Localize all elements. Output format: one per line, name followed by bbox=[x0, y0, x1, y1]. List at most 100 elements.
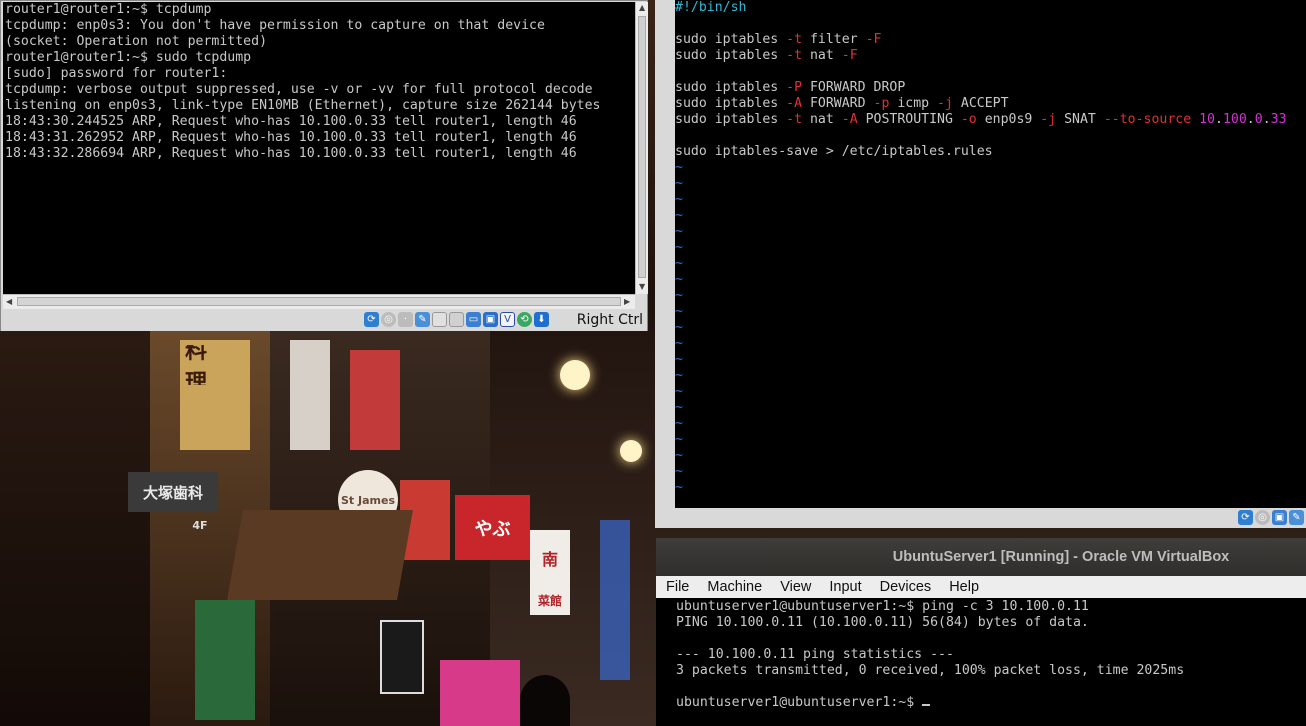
vim-empty-line-tilde: ~ bbox=[675, 464, 683, 479]
terminal-line: [sudo] password for router1: bbox=[5, 66, 228, 81]
ubuntuserver1-terminal-screen[interactable]: ubuntuserver1@ubuntuserver1:~$ ping -c 3… bbox=[656, 598, 1306, 726]
vim-token: POSTROUTING bbox=[857, 112, 961, 127]
wallpaper-sign-vertical bbox=[290, 340, 330, 450]
network-icon[interactable]: ✎ bbox=[415, 312, 430, 327]
video-capture-icon[interactable]: ▣ bbox=[483, 312, 498, 327]
optical-drive-icon[interactable]: ◎ bbox=[1255, 510, 1270, 525]
wallpaper-sign-saikan: 菜館 bbox=[530, 585, 570, 615]
menu-machine[interactable]: Machine bbox=[698, 579, 771, 595]
vim-empty-line-tilde: ~ bbox=[675, 400, 683, 415]
window-titlebar[interactable]: UbuntuServer1 [Running] - Oracle VM Virt… bbox=[656, 538, 1306, 576]
mouse-integration-icon[interactable]: ⟲ bbox=[517, 312, 532, 327]
terminal-prompt-line[interactable]: ubuntuserver1@ubuntuserver1:~$ bbox=[676, 695, 1306, 711]
vim-token: sudo iptables bbox=[675, 96, 787, 111]
vim-line: sudo iptables -A FORWARD -p icmp -j ACCE… bbox=[675, 96, 1306, 112]
wallpaper-building-left bbox=[0, 331, 150, 726]
display-icon[interactable]: ▭ bbox=[466, 312, 481, 327]
scroll-left-icon[interactable]: ◀ bbox=[6, 297, 12, 306]
vim-empty-line-tilde: ~ bbox=[675, 432, 683, 447]
vim-vm-window[interactable]: #!/bin/sh sudo iptables -t filter -F sudo … bbox=[655, 0, 1306, 528]
wallpaper-sign-floor: 4F bbox=[192, 518, 208, 532]
vim-empty-line-tilde: ~ bbox=[675, 368, 683, 383]
terminal-line: ubuntuserver1@ubuntuserver1:~$ ping -c 3… bbox=[676, 599, 1089, 614]
menu-devices[interactable]: Devices bbox=[871, 579, 941, 595]
keyboard-icon[interactable]: ⬇ bbox=[534, 312, 549, 327]
menu-bar: File Machine View Input Devices Help bbox=[656, 576, 1306, 598]
terminal-prompt: ubuntuserver1@ubuntuserver1:~$ bbox=[676, 695, 923, 710]
vim-empty-line-tilde: ~ bbox=[675, 160, 683, 175]
harddisk-icon[interactable]: ⟳ bbox=[364, 312, 379, 327]
wallpaper-sign-dental: 大塚歯科 bbox=[128, 472, 218, 512]
host-key-label[interactable]: Right Ctrl bbox=[577, 312, 643, 328]
menu-file[interactable]: File bbox=[656, 579, 698, 595]
vim-token-flag: -t bbox=[786, 32, 803, 47]
vim-empty-line-tilde: ~ bbox=[675, 384, 683, 399]
horizontal-scrollbar[interactable]: ◀ ▶ bbox=[3, 294, 635, 309]
wallpaper-lantern bbox=[560, 360, 590, 390]
vim-token: . bbox=[1262, 112, 1271, 127]
wallpaper-sign-minami: 南 bbox=[530, 530, 570, 585]
vim-empty-line-tilde: ~ bbox=[675, 256, 683, 271]
menu-input[interactable]: Input bbox=[820, 579, 870, 595]
vim-token: . bbox=[1215, 112, 1223, 127]
terminal-line: tcpdump: verbose output suppressed, use … bbox=[5, 82, 593, 97]
network-icon[interactable]: ✎ bbox=[1289, 510, 1304, 525]
audio-icon[interactable]: · bbox=[398, 312, 413, 327]
vim-token: icmp bbox=[889, 96, 938, 111]
shared-folder-icon[interactable] bbox=[449, 312, 464, 327]
ubuntuserver1-vbox-window[interactable]: UbuntuServer1 [Running] - Oracle VM Virt… bbox=[656, 538, 1306, 726]
vim-empty-line-tilde: ~ bbox=[675, 480, 683, 495]
vim-line: sudo iptables -t nat -F bbox=[675, 48, 1306, 64]
terminal-line: router1@router1:~$ sudo tcpdump bbox=[5, 50, 252, 65]
vim-token: ACCEPT bbox=[952, 96, 1009, 111]
terminal-line: tcpdump: enp0s3: You don't have permissi… bbox=[5, 18, 545, 33]
vim-empty-line-tilde: ~ bbox=[675, 320, 683, 335]
vim-empty-line-tilde: ~ bbox=[675, 352, 683, 367]
horizontal-scroll-thumb[interactable] bbox=[17, 297, 621, 306]
vim-line: sudo iptables -P FORWARD DROP bbox=[675, 80, 1306, 96]
vim-token: FORWARD DROP bbox=[802, 80, 906, 95]
router1-vm-window[interactable]: router1@router1:~$ tcpdump tcpdump: enp0… bbox=[0, 0, 648, 331]
vim-empty-line-tilde: ~ bbox=[675, 272, 683, 287]
vertical-scroll-thumb[interactable] bbox=[638, 16, 646, 278]
vim-line: sudo iptables -t nat -A POSTROUTING -o e… bbox=[675, 112, 1306, 128]
vim-token: nat bbox=[802, 48, 842, 63]
vim-token-flag: -A bbox=[786, 96, 803, 111]
menu-view[interactable]: View bbox=[771, 579, 820, 595]
vim-line bbox=[675, 64, 1306, 80]
vim-token: sudo iptables-save > /etc/iptables.rules bbox=[675, 144, 993, 159]
wallpaper-sign-red bbox=[350, 350, 400, 450]
terminal-line: --- 10.100.0.11 ping statistics --- bbox=[676, 647, 954, 662]
vim-token: sudo iptables bbox=[675, 32, 787, 47]
vm-status-bar: ⟳ ◎ · ✎ ▭ ▣ V ⟲ ⬇ Right Ctrl bbox=[1, 309, 647, 331]
vim-token: SNAT bbox=[1056, 112, 1104, 127]
vim-token-flag: -A bbox=[841, 112, 858, 127]
vim-token-flag: -t bbox=[786, 48, 803, 63]
vim-token-num: 33 bbox=[1270, 112, 1287, 127]
vim-empty-line-tilde: ~ bbox=[675, 224, 683, 239]
vim-token-flag: -F bbox=[865, 32, 882, 47]
vim-token: . bbox=[1246, 112, 1255, 127]
menu-help[interactable]: Help bbox=[940, 579, 988, 595]
vim-token: sudo iptables bbox=[675, 48, 787, 63]
display-icon[interactable]: ▣ bbox=[1272, 510, 1287, 525]
optical-drive-icon[interactable]: ◎ bbox=[381, 312, 396, 327]
vim-empty-line-tilde: ~ bbox=[675, 176, 683, 191]
terminal-cursor bbox=[922, 704, 931, 706]
wallpaper-person-silhouette bbox=[520, 675, 570, 726]
scroll-up-icon[interactable]: ▲ bbox=[639, 3, 645, 12]
scroll-down-icon[interactable]: ▼ bbox=[639, 282, 645, 291]
vim-empty-line-tilde: ~ bbox=[675, 336, 683, 351]
vertical-scrollbar[interactable]: ▲ ▼ bbox=[635, 2, 648, 294]
usb-icon[interactable] bbox=[432, 312, 447, 327]
harddisk-icon[interactable]: ⟳ bbox=[1238, 510, 1253, 525]
terminal-line: (socket: Operation not permitted) bbox=[5, 34, 268, 49]
router1-terminal-screen[interactable]: router1@router1:~$ tcpdump tcpdump: enp0… bbox=[3, 2, 635, 294]
vim-token: nat bbox=[802, 112, 842, 127]
scroll-right-icon[interactable]: ▶ bbox=[624, 297, 630, 306]
wallpaper-awning bbox=[227, 510, 413, 600]
vim-token-flag: -p bbox=[873, 96, 890, 111]
cpu-icon[interactable]: V bbox=[500, 312, 515, 327]
vim-editor-screen[interactable]: #!/bin/sh sudo iptables -t filter -F sudo … bbox=[675, 0, 1306, 508]
